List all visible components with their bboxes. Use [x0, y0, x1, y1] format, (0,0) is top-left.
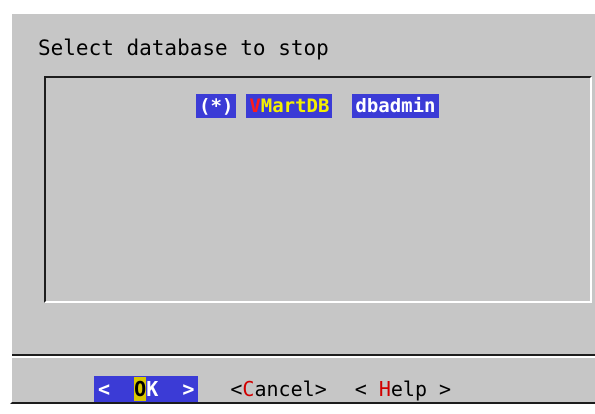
- cancel-bracket-left: <: [230, 377, 243, 401]
- cancel-label-rest: ancel: [254, 377, 315, 401]
- ok-hotkey: O: [134, 377, 147, 401]
- radio-selected[interactable]: (*): [196, 94, 237, 118]
- help-bracket-left: <: [354, 377, 379, 401]
- help-label-rest: elp: [390, 377, 427, 401]
- database-name-rest: MartDB: [260, 95, 330, 117]
- ok-label-rest: K: [146, 377, 159, 401]
- cancel-hotkey: C: [242, 377, 255, 401]
- help-button[interactable]: < Help >: [355, 376, 451, 402]
- ok-bracket-left: <: [98, 377, 111, 401]
- help-bracket-right: >: [427, 377, 452, 401]
- dialog-title: Select database to stop: [38, 36, 329, 60]
- database-name[interactable]: VMartDB: [246, 94, 333, 118]
- button-separator: [12, 354, 595, 358]
- dialog-window: Select database to stop (*) VMartDB dbad…: [10, 12, 595, 404]
- cancel-bracket-right: >: [314, 377, 327, 401]
- database-owner: dbadmin: [352, 94, 439, 118]
- button-bar: < OK > <Cancel> < Help >: [94, 376, 451, 402]
- database-name-hotkey: V: [249, 95, 261, 117]
- list-item[interactable]: (*) VMartDB dbadmin: [196, 94, 439, 118]
- cancel-button[interactable]: <Cancel>: [230, 376, 326, 402]
- help-hotkey: H: [378, 377, 391, 401]
- database-listbox[interactable]: (*) VMartDB dbadmin: [44, 76, 592, 303]
- ok-bracket-right: >: [182, 377, 195, 401]
- ok-button[interactable]: < OK >: [94, 376, 199, 402]
